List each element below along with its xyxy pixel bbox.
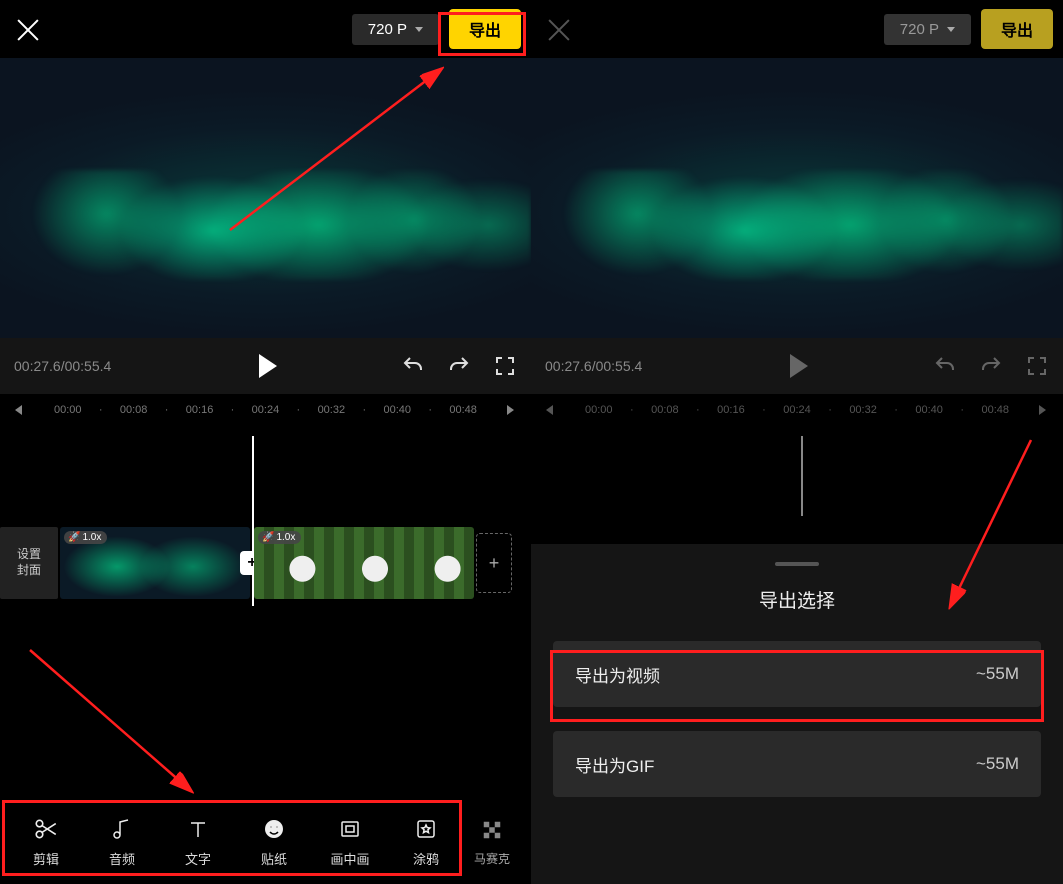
next-frame-icon[interactable] <box>505 403 521 417</box>
export-item-label: 导出为视频 <box>575 662 660 687</box>
resolution-label: 720 P <box>368 21 407 38</box>
clip-2[interactable]: 🚀1.0x <box>254 527 474 599</box>
speed-badge: 🚀1.0x <box>64 531 107 544</box>
sheet-handle[interactable] <box>775 562 819 566</box>
tool-mosaic[interactable]: 马赛克 <box>464 816 520 867</box>
star-box-icon <box>414 815 438 843</box>
ruler-marks: 00:00· 00:08· 00:16· 00:24· 00:32· 00:40… <box>54 404 477 416</box>
timeline-ruler[interactable]: 00:00· 00:08· 00:16· 00:24· 00:32· 00:40… <box>531 394 1063 426</box>
preview-artwork <box>531 170 1063 280</box>
export-item-size: ~55M <box>976 664 1019 684</box>
play-icon[interactable] <box>259 354 277 378</box>
ruler-marks: 00:00· 00:08· 00:16· 00:24· 00:32· 00:40… <box>585 404 1009 416</box>
redo-icon[interactable] <box>979 354 1003 378</box>
export-sheet: 导出选择 导出为视频 ~55M 导出为GIF ~55M <box>531 544 1063 884</box>
prev-frame-icon[interactable] <box>541 403 557 417</box>
text-icon <box>186 815 210 843</box>
left-screenshot: 720 P 导出 00:27.6/00:55.4 00:00· 00:0 <box>0 0 531 884</box>
play-icon[interactable] <box>790 354 808 378</box>
speed-badge: 🚀1.0x <box>258 531 301 544</box>
tool-text[interactable]: 文字 <box>160 815 236 868</box>
sheet-title: 导出选择 <box>553 586 1041 613</box>
time-display: 00:27.6/00:55.4 <box>545 358 665 374</box>
timeline-track-area[interactable]: 设置 封面 🚀1.0x + 🚀1.0x + <box>0 426 531 636</box>
video-preview[interactable] <box>531 58 1063 338</box>
export-item-size: ~55M <box>976 754 1019 774</box>
tool-pip[interactable]: 画中画 <box>312 815 388 868</box>
music-note-icon <box>110 815 134 843</box>
pip-icon <box>338 815 362 843</box>
chevron-down-icon <box>415 27 423 32</box>
clip-track: 设置 封面 🚀1.0x + 🚀1.0x + <box>0 526 531 600</box>
mosaic-icon <box>481 816 503 844</box>
export-item-label: 导出为GIF <box>575 752 654 777</box>
export-as-video[interactable]: 导出为视频 ~55M <box>553 641 1041 707</box>
prev-frame-icon[interactable] <box>10 403 26 417</box>
player-controls: 00:27.6/00:55.4 <box>531 338 1063 394</box>
tool-doodle[interactable]: 涂鸦 <box>388 815 464 868</box>
add-clip-button[interactable]: + <box>476 533 512 593</box>
export-button[interactable]: 导出 <box>449 9 521 49</box>
scissors-icon <box>33 815 59 843</box>
tool-sticker[interactable]: 贴纸 <box>236 815 312 868</box>
time-display: 00:27.6/00:55.4 <box>14 358 134 374</box>
video-preview[interactable] <box>0 58 531 338</box>
redo-icon[interactable] <box>447 354 471 378</box>
timeline-ruler[interactable]: 00:00· 00:08· 00:16· 00:24· 00:32· 00:40… <box>0 394 531 426</box>
close-icon[interactable] <box>14 16 42 44</box>
export-button[interactable]: 导出 <box>981 9 1053 49</box>
undo-icon[interactable] <box>933 354 957 378</box>
cover-button[interactable]: 设置 封面 <box>0 527 58 599</box>
next-frame-icon[interactable] <box>1037 403 1053 417</box>
export-as-gif[interactable]: 导出为GIF ~55M <box>553 731 1041 797</box>
undo-icon[interactable] <box>401 354 425 378</box>
resolution-label: 720 P <box>900 21 939 38</box>
tool-cut[interactable]: 剪辑 <box>8 815 84 868</box>
fullscreen-icon[interactable] <box>1025 354 1049 378</box>
playhead <box>801 436 803 516</box>
fullscreen-icon[interactable] <box>493 354 517 378</box>
right-screenshot: 720 P 导出 00:27.6/00:55.4 00:00· 00:0 <box>531 0 1063 884</box>
clip-1[interactable]: 🚀1.0x <box>60 527 250 599</box>
tool-bar: 剪辑 音频 文字 贴纸 画中画 <box>0 804 531 878</box>
preview-artwork <box>0 170 531 280</box>
timeline-track-area-dim <box>531 426 1063 516</box>
close-icon[interactable] <box>545 16 573 44</box>
resolution-select[interactable]: 720 P <box>884 14 971 45</box>
player-controls: 00:27.6/00:55.4 <box>0 338 531 394</box>
top-bar: 720 P 导出 <box>0 0 531 58</box>
annotation-arrow-down <box>20 640 220 810</box>
smiley-icon <box>262 815 286 843</box>
resolution-select[interactable]: 720 P <box>352 14 439 45</box>
chevron-down-icon <box>947 27 955 32</box>
tool-audio[interactable]: 音频 <box>84 815 160 868</box>
top-bar: 720 P 导出 <box>531 0 1063 58</box>
